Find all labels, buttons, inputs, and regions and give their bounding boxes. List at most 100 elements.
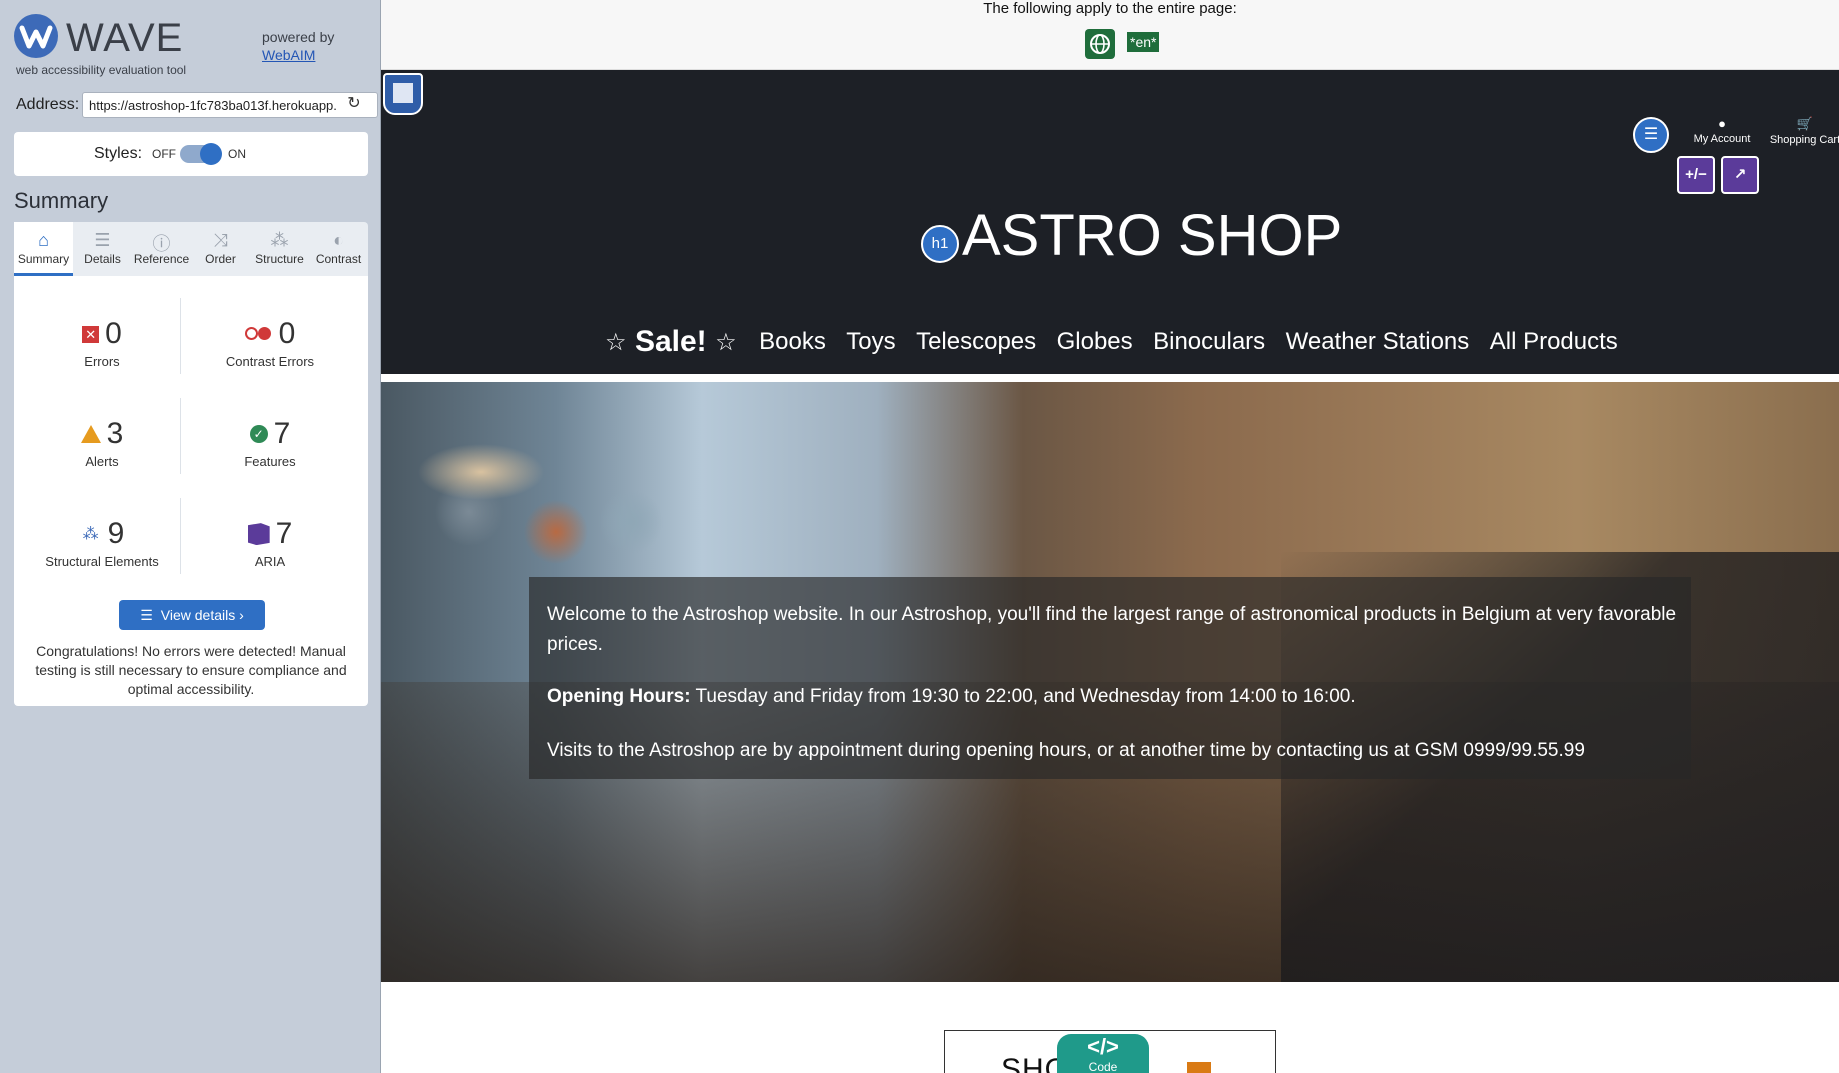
wave-sidebar: WAVE web accessibility evaluation tool p… <box>0 0 381 1073</box>
summary-heading: Summary <box>14 188 109 213</box>
hours-text: Tuesday and Friday from 19:30 to 22:00, … <box>690 686 1356 707</box>
star-icon: ☆ <box>715 328 737 356</box>
language-icon[interactable] <box>1085 29 1115 59</box>
powered-by-text: powered by <box>262 29 335 45</box>
wave-logo: WAVE web accessibility evaluation tool p… <box>14 14 374 80</box>
alert-link-icon[interactable] <box>1185 1060 1213 1073</box>
list-icon: ☰ <box>94 230 111 250</box>
wave-tabs: ⌂ Summary ☰ Details ⓘ Reference ⤨ Order … <box>14 222 368 276</box>
structure-icon: ⁂ <box>270 230 289 250</box>
navigation-list-icon[interactable]: ☰ <box>1633 117 1669 153</box>
nav-globes[interactable]: Globes <box>1057 328 1133 356</box>
site-title: ASTRO SHOP <box>962 203 1343 268</box>
hero-opening-hours: Opening Hours: Tuesday and Friday from 1… <box>547 682 1687 712</box>
stat-alerts[interactable]: 3 Alerts <box>22 416 182 469</box>
page-level-strip: The following apply to the entire page: … <box>381 0 1839 70</box>
error-icon: ✕ <box>82 325 100 343</box>
code-symbol: </> <box>1087 1034 1119 1059</box>
contrast-errors-label: Contrast Errors <box>225 354 315 369</box>
hero-image: Welcome to the Astroshop website. In our… <box>381 382 1839 982</box>
address-row: Address: https://astroshop-1fc783ba013f.… <box>14 92 378 118</box>
app-window: WAVE web accessibility evaluation tool p… <box>0 0 1839 1073</box>
nav-all-products[interactable]: All Products <box>1490 328 1618 356</box>
tab-label: Order <box>205 252 236 266</box>
errors-count: 0 <box>105 317 122 351</box>
tab-label: Details <box>84 252 121 266</box>
tab-structure[interactable]: ⁂ Structure <box>250 222 309 276</box>
stat-contrast-errors[interactable]: 0 Contrast Errors <box>190 316 350 369</box>
order-icon: ⤨ <box>213 230 228 250</box>
nav-books[interactable]: Books <box>759 328 826 356</box>
structural-count: 9 <box>107 517 125 551</box>
styles-toggle-panel: Styles: OFF ON <box>14 132 368 176</box>
address-input[interactable]: https://astroshop-1fc783ba013f.herokuapp… <box>82 92 378 118</box>
stat-aria[interactable]: 7 ARIA <box>190 516 350 569</box>
tab-label: Reference <box>133 252 190 266</box>
powered-by: powered by WebAIM <box>262 28 334 64</box>
shopping-cart-link[interactable]: 🛒 Shopping Cart <box>1765 116 1839 146</box>
aria-count: 7 <box>275 517 293 551</box>
alert-icon <box>80 425 101 444</box>
header-region-icon[interactable] <box>383 73 423 115</box>
code-label: Code <box>1088 1060 1118 1073</box>
star-icon: ☆ <box>605 328 627 356</box>
view-details-label: View details › <box>160 607 244 623</box>
tab-summary[interactable]: ⌂ Summary <box>14 222 73 276</box>
hero-visits-text: Visits to the Astroshop are by appointme… <box>547 740 1585 761</box>
page-preview: The following apply to the entire page: … <box>381 0 1839 1073</box>
aria-expanded-icon[interactable]: +/− <box>1677 156 1715 194</box>
code-icon[interactable]: </> Code <box>1057 1034 1149 1073</box>
features-label: Features <box>244 454 296 469</box>
styles-label: Styles: <box>94 145 143 162</box>
summary-panel: ✕ 0 Errors 0 Contrast Errors 3 Alerts ✓ 7 <box>14 276 368 706</box>
stat-structural[interactable]: ⁂ 9 Structural Elements <box>22 516 182 569</box>
nav-binoculars[interactable]: Binoculars <box>1153 328 1265 356</box>
structural-label: Structural Elements <box>45 554 159 569</box>
stat-errors[interactable]: ✕ 0 Errors <box>22 316 182 369</box>
nav-weather-stations[interactable]: Weather Stations <box>1286 328 1470 356</box>
nav-sale[interactable]: Sale! <box>635 325 707 359</box>
hours-label: Opening Hours: <box>547 686 691 707</box>
tab-label: Contrast <box>315 252 362 266</box>
list-icon: ☰ <box>140 607 153 623</box>
toggle-knob <box>200 143 222 165</box>
errors-label: Errors <box>84 354 120 369</box>
aria-icon <box>247 523 270 546</box>
h1-heading-icon[interactable]: h1 <box>921 225 959 263</box>
tab-label: Summary <box>17 252 70 266</box>
contrast-errors-count: 0 <box>278 317 296 351</box>
contrast-error-icon <box>244 327 273 341</box>
feature-check-icon: ✓ <box>249 425 268 444</box>
tab-label: Structure <box>255 252 304 266</box>
info-icon: ⓘ <box>152 234 171 254</box>
webaim-link[interactable]: WebAIM <box>262 47 315 63</box>
tab-order[interactable]: ⤨ Order <box>191 222 250 276</box>
site-header: ☰ ● My Account 🛒 Shopping Cart +/− ↗ h1 … <box>381 70 1839 374</box>
my-account-label: My Account <box>1693 133 1751 145</box>
aria-popup-icon[interactable]: ↗ <box>1721 156 1759 194</box>
congrats-message: Congratulations! No errors were detected… <box>35 643 347 697</box>
address-label: Address: <box>16 96 80 113</box>
cart-icon: 🛒 <box>1796 116 1814 131</box>
apply-text: The following apply to the entire page: <box>983 0 1237 17</box>
shopping-cart-label: Shopping Cart <box>1769 134 1839 146</box>
aria-label: ARIA <box>254 554 286 569</box>
styles-on-label: ON <box>228 147 246 161</box>
reload-icon[interactable]: ↻ <box>344 94 364 114</box>
styles-off-label: OFF <box>152 147 176 161</box>
language-badge[interactable]: *en* <box>1127 32 1160 52</box>
tab-details[interactable]: ☰ Details <box>73 222 132 276</box>
nav-toys[interactable]: Toys <box>846 328 895 356</box>
my-account-link[interactable]: ● My Account <box>1683 116 1761 145</box>
styles-toggle[interactable] <box>180 143 222 165</box>
wave-logo-text: WAVE <box>66 16 184 60</box>
tab-contrast[interactable]: ◐ Contrast <box>309 222 368 276</box>
hero-welcome-text: Welcome to the Astroshop website. In our… <box>547 604 1677 655</box>
nav-telescopes[interactable]: Telescopes <box>916 328 1036 356</box>
wave-logo-icon <box>14 14 58 58</box>
contrast-icon: ◐ <box>333 230 344 250</box>
tab-reference[interactable]: ⓘ Reference <box>132 222 191 276</box>
view-details-button[interactable]: ☰ View details › <box>119 600 265 630</box>
stat-features[interactable]: ✓ 7 Features <box>190 416 350 469</box>
home-icon: ⌂ <box>38 230 49 250</box>
